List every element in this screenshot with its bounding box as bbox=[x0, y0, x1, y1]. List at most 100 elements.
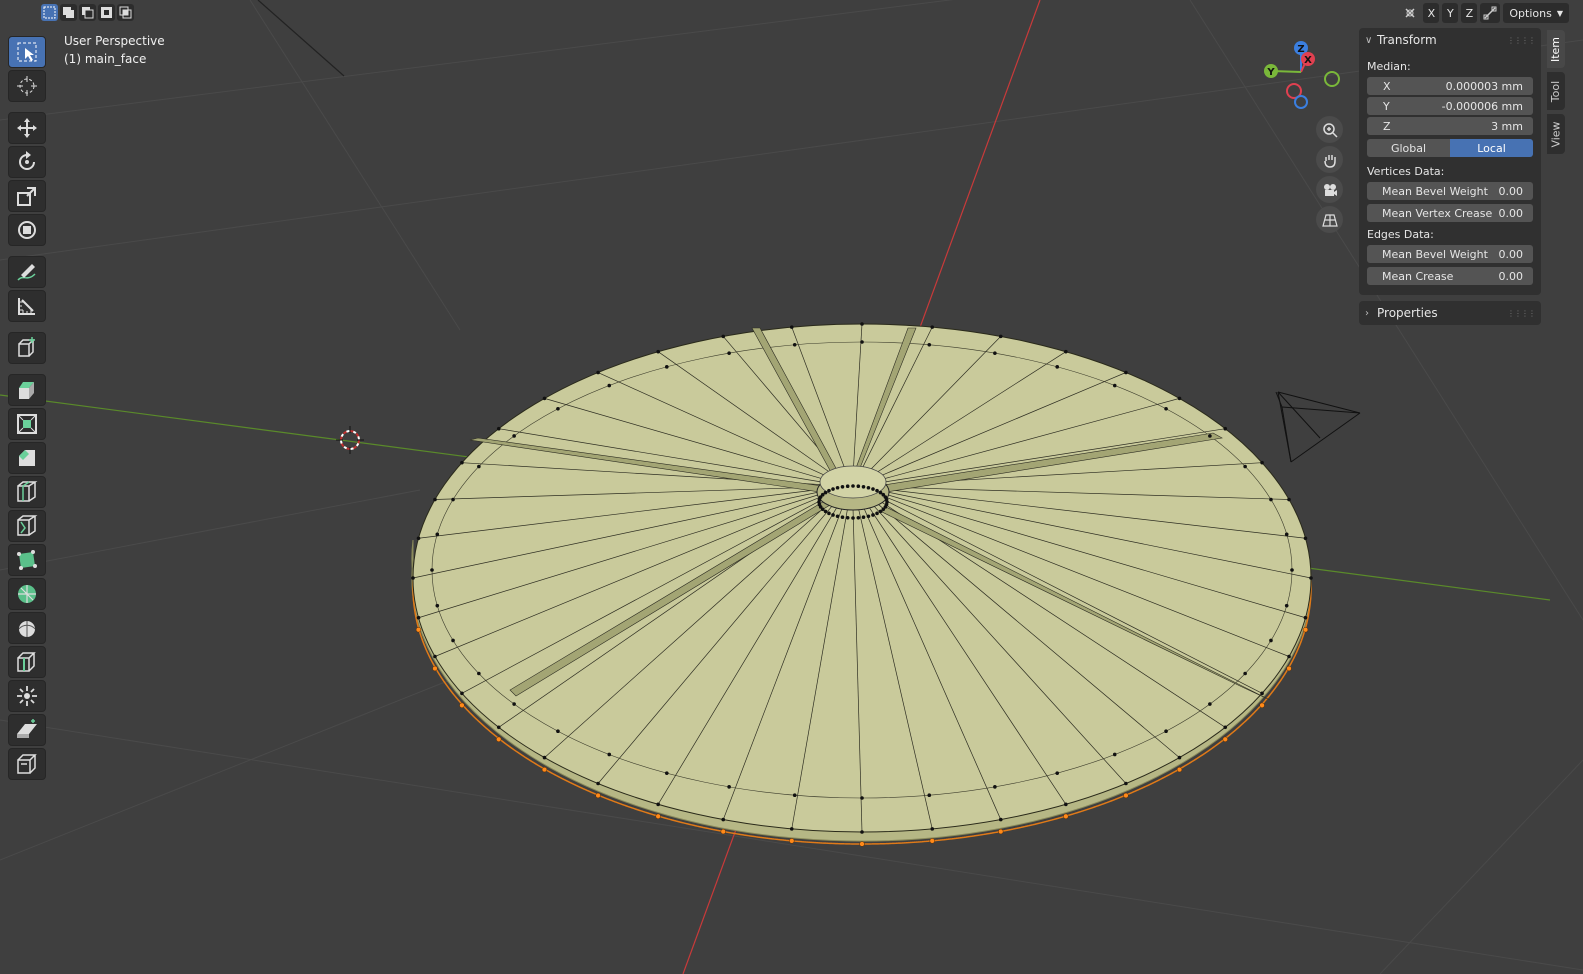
knife-icon[interactable] bbox=[8, 510, 46, 542]
median-x-field[interactable]: X 0.000003 mm bbox=[1367, 77, 1533, 95]
edge-bevel-label: Mean Bevel Weight bbox=[1382, 247, 1488, 261]
gizmo-neg-y-icon[interactable] bbox=[1324, 71, 1340, 87]
inset-faces-icon[interactable] bbox=[8, 408, 46, 440]
edge-mean-bevel-weight-field[interactable]: Mean Bevel Weight 0.00 bbox=[1367, 245, 1533, 263]
tab-item-label: Item bbox=[1549, 36, 1563, 62]
select-extend-icon[interactable] bbox=[60, 4, 77, 21]
vertex-mean-bevel-weight-field[interactable]: Mean Bevel Weight 0.00 bbox=[1367, 182, 1533, 200]
mirror-x-button[interactable]: X bbox=[1423, 3, 1440, 23]
median-z-label: Z bbox=[1383, 119, 1391, 133]
cursor-icon[interactable] bbox=[8, 70, 46, 102]
selection-mode-group bbox=[41, 4, 134, 21]
object-name: (1) main_face bbox=[64, 52, 147, 66]
gizmo-x-label: X bbox=[1304, 55, 1312, 66]
tool-shelf bbox=[6, 34, 48, 782]
transform-icon[interactable] bbox=[8, 214, 46, 246]
drag-grip-icon[interactable]: ⋮⋮⋮⋮ bbox=[1507, 309, 1536, 318]
rip-region-icon[interactable] bbox=[8, 748, 46, 780]
median-label: Median: bbox=[1367, 60, 1411, 73]
mirror-y-button[interactable]: Y bbox=[1442, 3, 1459, 23]
transform-panel-header[interactable]: ∨ Transform ⋮⋮⋮⋮ bbox=[1359, 28, 1541, 52]
perspective-grid-icon[interactable] bbox=[1316, 206, 1343, 233]
median-y-field[interactable]: Y -0.000006 mm bbox=[1367, 97, 1533, 115]
mirror-z-button[interactable]: Z bbox=[1461, 3, 1478, 23]
vertex-bevel-value: 0.00 bbox=[1498, 184, 1524, 198]
transform-panel: ∨ Transform ⋮⋮⋮⋮ Median: X 0.000003 mm Y -… bbox=[1359, 28, 1541, 295]
median-y-label: Y bbox=[1383, 99, 1390, 113]
mirror-icon[interactable] bbox=[1400, 3, 1420, 23]
tab-view-label: View bbox=[1549, 120, 1563, 148]
rotate-icon[interactable] bbox=[8, 146, 46, 178]
select-intersect-icon[interactable] bbox=[117, 4, 134, 21]
3d-cursor[interactable] bbox=[336, 426, 364, 454]
select-box-icon[interactable] bbox=[8, 36, 46, 68]
scale-icon[interactable] bbox=[8, 180, 46, 212]
median-z-field[interactable]: Z 3 mm bbox=[1367, 117, 1533, 135]
viewport-header-right: X Y Z Options ▼ bbox=[1400, 3, 1569, 23]
poly-build-icon[interactable] bbox=[8, 544, 46, 576]
global-button[interactable]: Global bbox=[1367, 139, 1450, 157]
edge-mean-crease-field[interactable]: Mean Crease 0.00 bbox=[1367, 267, 1533, 285]
median-y-value: -0.000006 mm bbox=[1441, 99, 1523, 113]
gizmo-neg-z-icon[interactable] bbox=[1294, 95, 1308, 109]
scene-canvas[interactable] bbox=[0, 0, 1583, 974]
view-name: User Perspective bbox=[64, 34, 165, 48]
gizmo-y-label: Y bbox=[1266, 67, 1275, 78]
mesh-object[interactable] bbox=[411, 322, 1313, 847]
extrude-region-icon[interactable] bbox=[8, 374, 46, 406]
zoom-icon[interactable] bbox=[1316, 116, 1343, 143]
properties-panel-title: Properties bbox=[1377, 306, 1438, 320]
transform-panel-title: Transform bbox=[1377, 33, 1437, 47]
options-dropdown[interactable]: Options ▼ bbox=[1503, 3, 1569, 23]
vertices-data-label: Vertices Data: bbox=[1367, 165, 1445, 178]
edges-data-label: Edges Data: bbox=[1367, 228, 1434, 241]
3d-viewport[interactable]: User Perspective (1) main_face X Y Z Opt… bbox=[0, 0, 1583, 974]
gizmo-z-label: Z bbox=[1297, 44, 1304, 55]
select-invert-icon[interactable] bbox=[98, 4, 115, 21]
vertex-crease-value: 0.00 bbox=[1498, 206, 1524, 220]
chevron-down-icon: ▼ bbox=[1556, 8, 1563, 18]
vertex-mean-crease-field[interactable]: Mean Vertex Crease 0.00 bbox=[1367, 204, 1533, 222]
light-line bbox=[257, 0, 345, 77]
median-z-value: 3 mm bbox=[1491, 119, 1523, 133]
select-new-icon[interactable] bbox=[41, 4, 58, 21]
chevron-down-icon: ∨ bbox=[1365, 34, 1373, 46]
tab-item[interactable]: Item bbox=[1547, 30, 1565, 68]
coordinate-space-toggle: Global Local bbox=[1367, 139, 1533, 157]
sidebar-tabs: Item Tool View bbox=[1547, 30, 1565, 158]
bevel-icon[interactable] bbox=[8, 442, 46, 474]
loop-cut-icon[interactable] bbox=[8, 476, 46, 508]
edge-crease-value: 0.00 bbox=[1498, 269, 1524, 283]
add-cube-icon[interactable] bbox=[8, 332, 46, 364]
edge-slide-icon[interactable] bbox=[8, 646, 46, 678]
shrink-fatten-icon[interactable] bbox=[8, 680, 46, 712]
spin-icon[interactable] bbox=[8, 578, 46, 610]
camera-view-icon[interactable] bbox=[1316, 176, 1343, 203]
smooth-icon[interactable] bbox=[8, 612, 46, 644]
measure-icon[interactable] bbox=[8, 290, 46, 322]
camera-object[interactable] bbox=[1275, 391, 1361, 463]
chevron-right-icon: › bbox=[1365, 307, 1369, 319]
median-x-label: X bbox=[1383, 79, 1391, 93]
vertex-crease-label: Mean Vertex Crease bbox=[1382, 206, 1493, 220]
local-button[interactable]: Local bbox=[1450, 139, 1533, 157]
tab-tool[interactable]: Tool bbox=[1547, 72, 1565, 110]
properties-panel-header[interactable]: › Properties ⋮⋮⋮⋮ bbox=[1359, 301, 1541, 325]
annotate-icon[interactable] bbox=[8, 256, 46, 288]
tab-tool-label: Tool bbox=[1549, 80, 1563, 102]
vertex-bevel-label: Mean Bevel Weight bbox=[1382, 184, 1488, 198]
options-label: Options bbox=[1509, 6, 1552, 20]
edge-crease-label: Mean Crease bbox=[1382, 269, 1454, 283]
auto-merge-icon[interactable] bbox=[1480, 3, 1501, 23]
median-x-value: 0.000003 mm bbox=[1445, 79, 1523, 93]
navigation-gizmo[interactable]: Z X Y bbox=[1258, 38, 1348, 118]
tab-view[interactable]: View bbox=[1547, 114, 1565, 154]
move-icon[interactable] bbox=[8, 112, 46, 144]
sidebar-panel: ∨ Transform ⋮⋮⋮⋮ Median: X 0.000003 mm Y -… bbox=[1359, 28, 1541, 331]
drag-grip-icon[interactable]: ⋮⋮⋮⋮ bbox=[1507, 36, 1536, 45]
shear-icon[interactable] bbox=[8, 714, 46, 746]
pan-hand-icon[interactable] bbox=[1316, 146, 1343, 173]
select-subtract-icon[interactable] bbox=[79, 4, 96, 21]
edge-bevel-value: 0.00 bbox=[1498, 247, 1524, 261]
properties-panel: › Properties ⋮⋮⋮⋮ bbox=[1359, 301, 1541, 325]
